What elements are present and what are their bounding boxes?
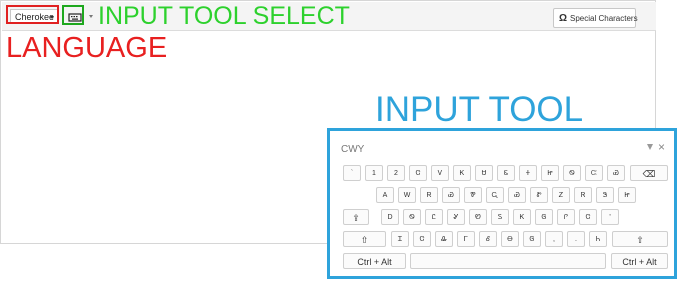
key[interactable]: Ꮛ <box>497 165 515 181</box>
key[interactable]: , <box>545 231 563 247</box>
key[interactable]: Ꮵ <box>618 187 636 203</box>
key[interactable]: Ꮳ <box>413 231 431 247</box>
key[interactable]: Ꮶ <box>513 209 531 225</box>
key[interactable]: Ꮖ <box>391 231 409 247</box>
special-characters-label: Special Characters <box>570 14 638 23</box>
ctrl-alt-left-key[interactable]: Ctrl + Alt <box>343 253 406 269</box>
key[interactable]: Ꮅ <box>557 209 575 225</box>
keyboard-title: CWY <box>341 144 365 155</box>
key[interactable]: ` <box>343 165 361 181</box>
ctrl-alt-right-key[interactable]: Ctrl + Alt <box>611 253 668 269</box>
key[interactable]: Ꮎ <box>501 231 519 247</box>
omega-icon: Ω <box>559 13 568 24</box>
key[interactable]: Ꮂ <box>435 231 453 247</box>
key[interactable]: Ꮘ <box>464 187 482 203</box>
key[interactable]: Ꮿ <box>607 165 625 181</box>
key[interactable]: Ꮆ <box>523 231 541 247</box>
key[interactable]: Ꮵ <box>541 165 559 181</box>
virtual-keyboard[interactable]: CWY × ` 1 2 Ꮳ Ꮩ Ꮶ Ꮜ Ꮛ Ꮠ Ꮵ Ꮻ Ꮸ Ꮿ ⌫ A W R … <box>327 128 677 279</box>
input-tool-dropdown-icon[interactable] <box>89 15 93 18</box>
key[interactable]: 2 <box>387 165 405 181</box>
input-tool-select-annotation: INPUT TOOL SELECT <box>98 2 350 30</box>
input-tool-select-highlight-box <box>62 5 84 25</box>
language-highlight-box <box>6 5 59 24</box>
shift-right-key[interactable]: ⇧ <box>612 231 668 247</box>
key[interactable]: Ꮒ <box>589 231 607 247</box>
space-key[interactable] <box>410 253 606 269</box>
key[interactable]: Ꮡ <box>530 187 548 203</box>
key[interactable]: Ꮓ <box>552 187 570 203</box>
key[interactable]: Ꮿ <box>442 187 460 203</box>
input-tool-annotation: INPUT TOOL <box>375 90 584 129</box>
shift-left-key[interactable]: ⇧ <box>343 231 386 247</box>
key[interactable]: Ꮩ <box>431 165 449 181</box>
language-annotation: LANGUAGE <box>6 32 168 64</box>
key[interactable]: Ꮹ <box>486 187 504 203</box>
key[interactable]: Ꮜ <box>475 165 493 181</box>
key[interactable]: Ꮄ <box>479 231 497 247</box>
key[interactable]: Ꮼ <box>469 209 487 225</box>
key[interactable]: Ꮳ <box>579 209 597 225</box>
key[interactable]: A <box>376 187 394 203</box>
key[interactable]: Ꮍ <box>447 209 465 225</box>
key[interactable]: ' <box>601 209 619 225</box>
key[interactable]: Ꮠ <box>519 165 537 181</box>
key[interactable]: Ꮢ <box>574 187 592 203</box>
key[interactable]: 1 <box>365 165 383 181</box>
caps-lock-key[interactable]: ⇪ <box>343 209 369 225</box>
key[interactable]: . <box>567 231 585 247</box>
close-icon[interactable]: × <box>658 140 665 154</box>
backspace-key[interactable]: ⌫ <box>630 165 668 181</box>
key[interactable]: Ꮻ <box>403 209 421 225</box>
key[interactable]: Ꮪ <box>491 209 509 225</box>
key[interactable]: Ꮿ <box>508 187 526 203</box>
key[interactable]: Ꮳ <box>409 165 427 181</box>
key[interactable]: Ꮭ <box>425 209 443 225</box>
special-characters-button[interactable]: Ω Special Characters <box>553 8 638 28</box>
key[interactable]: Ꮸ <box>585 165 603 181</box>
key[interactable]: D <box>381 209 399 225</box>
key[interactable]: Ꮥ <box>596 187 614 203</box>
key[interactable]: Ꮶ <box>453 165 471 181</box>
key[interactable]: R <box>420 187 438 203</box>
key[interactable]: W <box>398 187 416 203</box>
minimize-icon[interactable] <box>647 144 653 150</box>
key[interactable]: Ꮁ <box>457 231 475 247</box>
key[interactable]: Ꮆ <box>535 209 553 225</box>
key[interactable]: Ꮻ <box>563 165 581 181</box>
